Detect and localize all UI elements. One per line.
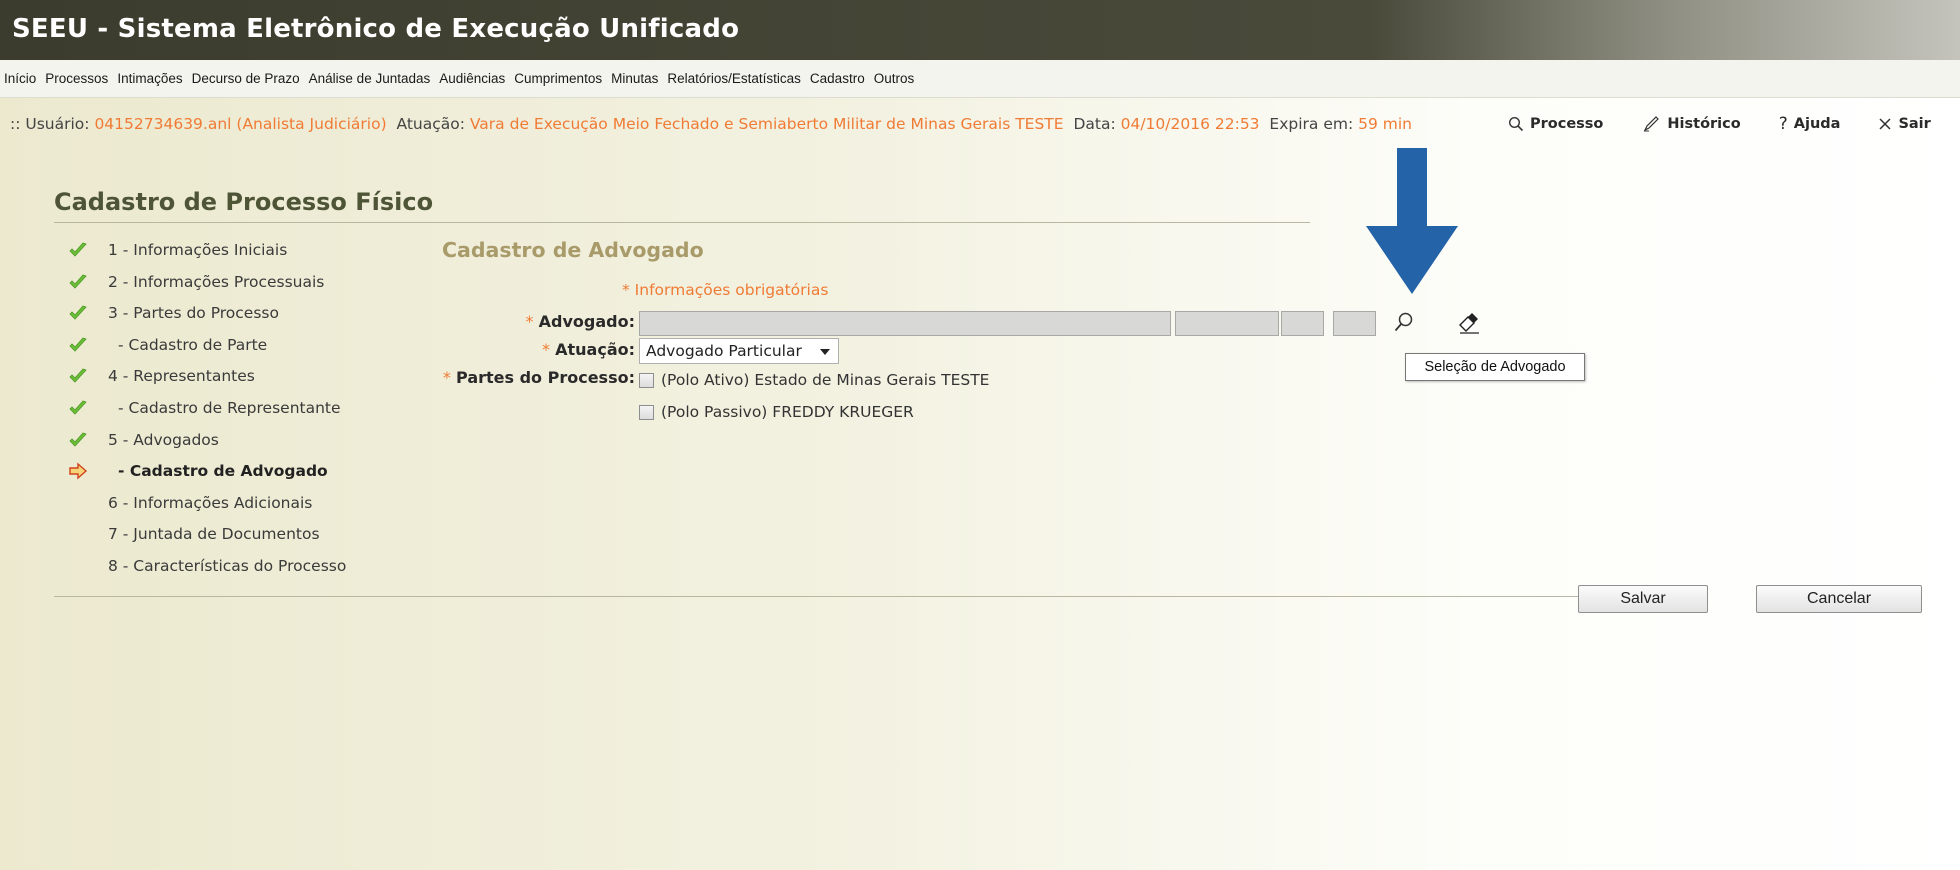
menu-item-relatorios[interactable]: Relatórios/Estatísticas [667,71,801,86]
advogado-tipo-field[interactable] [1333,311,1376,336]
step-label: 8 - Características do Processo [108,556,347,575]
search-icon[interactable] [1393,311,1415,333]
ajuda-link[interactable]: ? Ajuda [1779,114,1841,134]
step-juntada-de-documentos[interactable]: 7 - Juntada de Documentos [50,522,430,554]
menu-item-processos[interactable]: Processos [45,71,108,86]
user-prefix: :: Usuário: [10,115,90,133]
question-icon: ? [1778,114,1788,134]
atuacao-select[interactable]: Advogado Particular [639,338,839,364]
menu-item-decurso-de-prazo[interactable]: Decurso de Prazo [192,71,300,86]
parte-checkbox[interactable] [639,404,654,420]
parte-label: (Polo Ativo) Estado de Minas Gerais TEST… [661,371,990,389]
step-label: - Cadastro de Advogado [118,462,328,481]
step-advogados[interactable]: 5 - Advogados [50,428,430,460]
atuacao-label: Atuação: [396,115,465,133]
parte-checkbox[interactable] [639,372,654,388]
processo-link[interactable]: Processo [1508,116,1603,132]
menu-item-minutas[interactable]: Minutas [611,71,658,86]
wizard-steps: 1 - Informações Iniciais 2 - Informações… [50,238,430,586]
step-cadastro-de-representante[interactable]: - Cadastro de Representante [50,396,430,428]
save-button[interactable]: Salvar [1578,585,1708,613]
required-note: * Informações obrigatórias [622,281,829,299]
step-caracteristicas-do-processo[interactable]: 8 - Características do Processo [50,554,430,586]
checkmark-icon [69,432,87,447]
chevron-down-icon [820,349,830,355]
ajuda-link-label: Ajuda [1793,116,1841,132]
step-label: - Cadastro de Parte [118,335,268,354]
atuacao-label: * Atuação: [542,340,635,359]
sair-link-label: Sair [1898,116,1931,132]
user-info-bar: :: Usuário: 04152734639.anl (Analista Ju… [10,112,1510,136]
checkmark-icon [69,337,87,352]
step-cadastro-de-parte[interactable]: - Cadastro de Parte [50,333,430,365]
menu-item-intimacoes[interactable]: Intimações [117,71,182,86]
menu-item-inicio[interactable]: Início [4,71,36,86]
step-label: 5 - Advogados [108,430,219,449]
step-label: 1 - Informações Iniciais [108,241,288,259]
advogado-name-field[interactable] [639,311,1171,336]
step-label: - Cadastro de Representante [118,398,341,417]
cancel-button[interactable]: Cancelar [1756,585,1922,613]
search-icon [1508,116,1524,132]
top-links: Processo Histórico ? Ajuda Sair [1508,112,1931,136]
data-value: 04/10/2016 22:53 [1120,115,1260,133]
menu-item-audiencias[interactable]: Audiências [439,71,505,86]
step-cadastro-de-advogado[interactable]: - Cadastro de Advogado [50,459,430,491]
main-menu: Início Processos Intimações Decurso de P… [0,60,1960,98]
checkmark-icon [69,400,87,415]
app-title: SEEU - Sistema Eletrônico de Execução Un… [12,14,740,44]
partes-label: * Partes do Processo: [442,368,635,387]
historico-link[interactable]: Histórico [1643,116,1741,132]
tooltip: Seleção de Advogado [1405,353,1585,381]
menu-item-cumprimentos[interactable]: Cumprimentos [514,71,602,86]
pencil-icon [1644,116,1660,132]
checkmark-icon [69,305,87,320]
advogado-label: * Advogado: [525,312,635,331]
step-label: 4 - Representantes [108,367,255,386]
menu-item-analise-de-juntadas[interactable]: Análise de Juntadas [309,71,431,86]
checkmark-icon [69,368,87,383]
expira-value: 59 min [1358,115,1413,133]
parte-label: (Polo Passivo) FREDDY KRUEGER [661,403,914,421]
sair-link[interactable]: Sair [1878,116,1931,132]
data-label: Data: [1073,115,1116,133]
advogado-oab-field[interactable] [1175,311,1279,336]
processo-link-label: Processo [1530,116,1604,132]
step-label: 6 - Informações Adicionais [108,493,313,512]
menu-item-outros[interactable]: Outros [874,71,915,86]
advogado-uf-field[interactable] [1281,311,1324,336]
parte-polo-ativo[interactable]: (Polo Ativo) Estado de Minas Gerais TEST… [639,368,989,392]
section-title: Cadastro de Advogado [442,238,704,262]
bottom-divider [54,596,1578,597]
checkmark-icon [69,242,87,257]
step-informacoes-adicionais[interactable]: 6 - Informações Adicionais [50,491,430,523]
step-label: 2 - Informações Processuais [108,272,325,291]
title-divider [54,222,1310,223]
step-representantes[interactable]: 4 - Representantes [50,364,430,396]
user-name: 04152734639.anl (Analista Judiciário) [94,115,387,133]
eraser-icon[interactable] [1457,312,1483,334]
historico-link-label: Histórico [1667,116,1741,132]
atuacao-select-value: Advogado Particular [646,342,802,360]
step-informacoes-processuais[interactable]: 2 - Informações Processuais [50,270,430,302]
title-bar: SEEU - Sistema Eletrônico de Execução Un… [0,0,1960,60]
parte-polo-passivo[interactable]: (Polo Passivo) FREDDY KRUEGER [639,400,914,424]
menu-item-cadastro[interactable]: Cadastro [810,71,865,86]
step-partes-do-processo[interactable]: 3 - Partes do Processo [50,301,430,333]
page-title: Cadastro de Processo Físico [54,188,434,216]
step-informacoes-iniciais[interactable]: 1 - Informações Iniciais [50,238,430,270]
atuacao-value: Vara de Execução Meio Fechado e Semiaber… [469,115,1064,133]
step-label: 7 - Juntada de Documentos [108,525,320,544]
close-icon [1879,118,1891,130]
annotation-arrow-icon [1366,148,1458,294]
checkmark-icon [69,274,87,289]
arrow-right-icon [69,462,88,480]
step-label: 3 - Partes do Processo [108,304,279,323]
expira-label: Expira em: [1269,115,1354,133]
